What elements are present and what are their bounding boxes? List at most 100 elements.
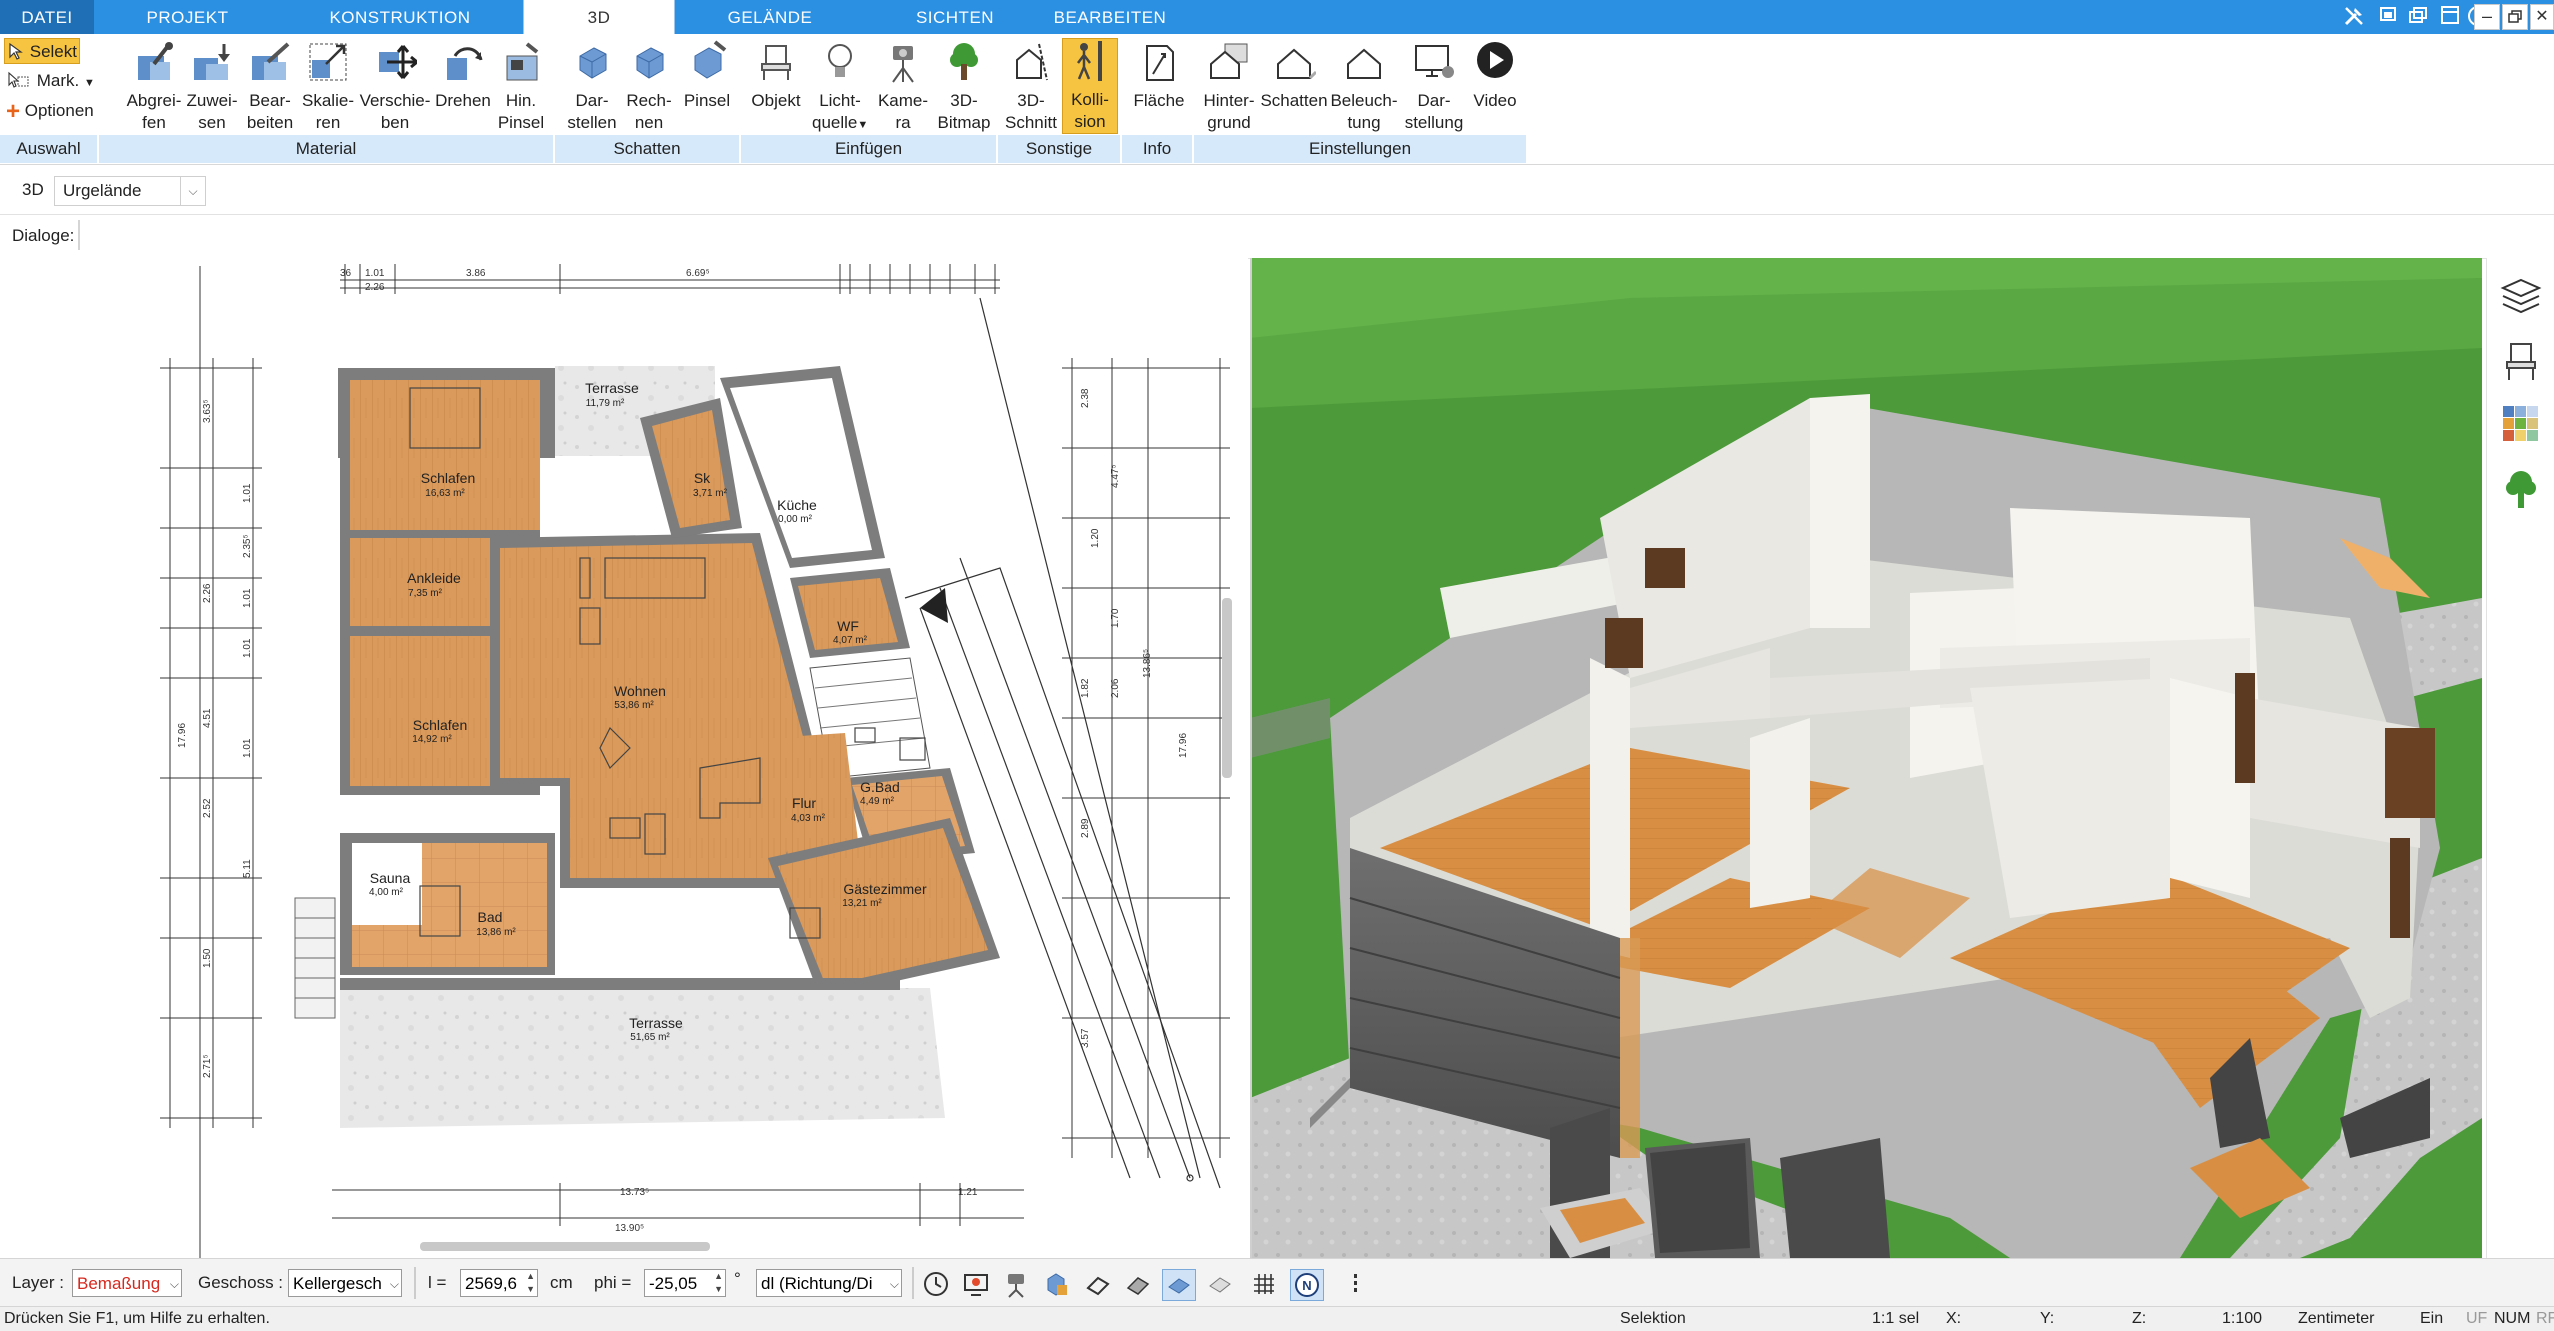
window-tile-icon[interactable] <box>2376 5 2400 29</box>
shaded-display-icon[interactable] <box>1162 1269 1196 1301</box>
group-schatten: Schatten <box>555 135 741 163</box>
schatten-darstellen-button[interactable]: Dar- stellen <box>561 40 623 134</box>
texture-display-icon[interactable] <box>1204 1269 1236 1299</box>
tab-sichten[interactable]: SICHTEN <box>875 0 1035 34</box>
window-cascade-icon[interactable] <box>2406 5 2430 29</box>
screen-record-icon[interactable] <box>960 1269 992 1299</box>
shadow-calc-icon <box>627 40 671 84</box>
bearbeiten-button[interactable]: Bear- beiten <box>240 40 300 134</box>
schatten-rechnen-label-2: nen <box>634 113 664 132</box>
room-wohnen <box>500 543 810 878</box>
clock-icon[interactable] <box>920 1269 952 1299</box>
plan-horizontal-scrollbar[interactable] <box>420 1242 710 1251</box>
phi-input[interactable]: -25,05 ▲ ▼ <box>644 1269 726 1297</box>
selekt-button[interactable]: Selekt <box>4 38 80 64</box>
restore-button[interactable] <box>2502 4 2528 30</box>
dim-label: 3.86 <box>466 268 486 279</box>
minimize-button[interactable]: – <box>2474 4 2500 30</box>
more-options-icon[interactable] <box>1340 1269 1372 1299</box>
lichtquelle-button[interactable]: Licht- quelle▼ <box>812 40 868 136</box>
3d-view[interactable] <box>1250 258 2482 1258</box>
lichtquelle-label-1: Licht- <box>819 91 861 110</box>
geschoss-select-value: Kellergesch <box>293 1274 382 1293</box>
hin-pinsel-button[interactable]: Hin. Pinsel <box>494 40 548 134</box>
schatten-rechnen-button[interactable]: Rech- nen <box>618 40 680 134</box>
tree-icon <box>942 40 986 84</box>
video-button[interactable]: Video <box>1466 40 1524 112</box>
hintergrund-label-2: grund <box>1207 113 1251 132</box>
flaeche-label-1: Fläche <box>1133 91 1185 110</box>
hidden-lines-icon[interactable] <box>1122 1269 1154 1299</box>
layer-select[interactable]: Bemaßung ⌵ <box>72 1269 182 1297</box>
darstellung-label-2: stellung <box>1404 113 1464 132</box>
room-label: Schlafen <box>421 470 475 486</box>
dim-label: 2.35⁵ <box>242 534 253 558</box>
kamera-button[interactable]: Kame- ra <box>874 40 932 134</box>
kamera-label-2: ra <box>895 113 911 132</box>
verschieben-label-1: Verschie- <box>359 91 431 110</box>
background-house-icon <box>1207 40 1251 84</box>
room-area: 4,07 m² <box>833 635 868 646</box>
door-3d <box>1605 618 1643 668</box>
tab-konstruktion[interactable]: KONSTRUKTION <box>300 0 500 34</box>
schatten-einstellung-button[interactable]: Schatten <box>1260 40 1328 112</box>
spin-arrows-icon[interactable]: ▲ ▼ <box>526 1270 535 1296</box>
verschieben-button[interactable]: Verschie- ben <box>356 40 434 134</box>
bearbeiten-label-2: beiten <box>246 113 294 132</box>
furniture-chair-icon[interactable] <box>2501 338 2541 387</box>
hintergrund-button[interactable]: Hinter- grund <box>1198 40 1260 134</box>
cube-display-icon[interactable] <box>1040 1269 1072 1299</box>
dim-label: 2.26 <box>365 282 385 293</box>
materials-palette-icon[interactable] <box>2501 404 2541 449</box>
tab-gelaende[interactable]: GELÄNDE <box>690 0 850 34</box>
plan-vertical-scrollbar[interactable] <box>1222 598 1232 778</box>
hin-pinsel-label-1: Hin. <box>505 91 537 110</box>
shadow-house-icon <box>1272 40 1316 84</box>
hintergrund-label-1: Hinter- <box>1203 91 1255 110</box>
kollision-button[interactable]: Kolli- sion <box>1062 38 1118 134</box>
layout-icon[interactable] <box>2438 5 2462 29</box>
plants-tree-icon[interactable] <box>2501 468 2541 517</box>
optionen-label: Optionen <box>24 101 94 120</box>
mark-button[interactable]: Mark. ▼ <box>6 68 95 94</box>
beleuchtung-button[interactable]: Beleuch- tung <box>1330 40 1398 134</box>
floor-plan-view[interactable]: Terrasse 11,79 m² Schlafen 16,63 m² Sk 3… <box>0 258 1248 1258</box>
tab-bearbeiten[interactable]: BEARBEITEN <box>1035 0 1185 34</box>
area-info-icon <box>1137 40 1181 84</box>
abgreifen-button[interactable]: Abgrei- fen <box>118 40 190 134</box>
status-scale: 1:100 <box>2222 1310 2263 1327</box>
3d-bitmap-button[interactable]: 3D- Bitmap <box>936 40 992 134</box>
schatten-pinsel-button[interactable]: Pinsel <box>680 40 734 112</box>
skalieren-button[interactable]: Skalie- ren <box>298 40 358 134</box>
room-area: 0,00 m² <box>778 514 813 525</box>
spin-arrows-icon[interactable]: ▲ ▼ <box>714 1270 723 1296</box>
tab-3d[interactable]: 3D <box>523 0 675 36</box>
geschoss-select[interactable]: Kellergesch ⌵ <box>288 1269 402 1297</box>
layers-icon[interactable] <box>2499 274 2543 323</box>
tab-datei[interactable]: DATEI <box>0 0 94 34</box>
3d-schnitt-button[interactable]: 3D- Schnitt <box>1002 40 1060 134</box>
grid-icon[interactable] <box>1248 1269 1280 1299</box>
drehen-button[interactable]: Drehen <box>432 40 494 112</box>
door-3d <box>1645 548 1685 588</box>
darstellung-button[interactable]: Dar- stellung <box>1400 40 1468 134</box>
length-input[interactable]: 2569,6 ▲ ▼ <box>460 1269 538 1297</box>
optionen-button[interactable]: + Optionen <box>6 98 94 125</box>
camera-view-icon[interactable] <box>1000 1269 1032 1299</box>
tab-projekt[interactable]: PROJEKT <box>110 0 265 34</box>
dim-label: 13.86⁵ <box>1142 649 1153 678</box>
terrain-select[interactable]: Urgelände ⌵ <box>54 176 206 206</box>
zuweisen-button[interactable]: Zuwei- sen <box>182 40 242 134</box>
plus-icon: + <box>6 98 21 125</box>
flaeche-button[interactable]: Fläche <box>1130 40 1188 112</box>
wireframe-icon[interactable] <box>1082 1269 1114 1299</box>
pipette-icon <box>132 40 176 84</box>
objekt-button[interactable]: Objekt <box>747 40 805 112</box>
north-arrow-icon[interactable]: N <box>1290 1269 1324 1301</box>
dim-label: 4.51 <box>202 708 213 728</box>
length-unit: cm <box>550 1273 573 1292</box>
tools-icon[interactable] <box>2342 5 2366 29</box>
direction-select[interactable]: dl (Richtung/Di ⌵ <box>756 1269 902 1297</box>
room-label: G.Bad <box>860 779 900 795</box>
close-button[interactable]: ✕ <box>2530 4 2554 30</box>
